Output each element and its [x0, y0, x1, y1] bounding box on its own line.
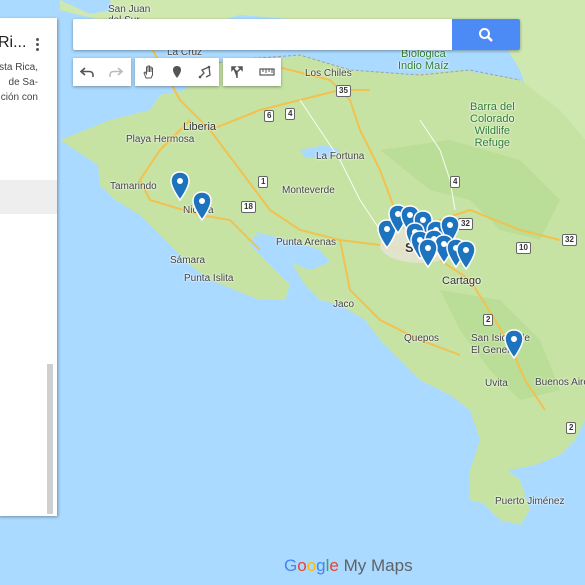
desc-line: ción con: [0, 92, 38, 103]
label-la-fortuna: La Fortuna: [316, 151, 365, 162]
measure-button[interactable]: [252, 58, 281, 86]
search-box: [73, 19, 520, 50]
map-pin-icon[interactable]: [191, 191, 213, 222]
my-maps-label: My Maps: [343, 556, 413, 575]
add-marker-button[interactable]: [163, 58, 191, 86]
redo-button[interactable]: [102, 58, 131, 86]
map-pin-icon[interactable]: [455, 240, 477, 271]
road-shield: 35: [336, 85, 351, 97]
label-uvita: Uvita: [485, 378, 508, 389]
label-buenos-aires: Buenos Aire: [535, 377, 585, 388]
road-shield: 2: [566, 422, 577, 434]
tools-toolbar: [223, 58, 281, 86]
label-samara: Sámara: [170, 255, 206, 266]
map-legend-panel: Ri... sta Rica, de Sa- ción con: [0, 18, 57, 516]
road-shield: 1: [258, 176, 269, 188]
label-liberia: Liberia: [183, 121, 217, 133]
google-my-maps-logo: Google My Maps: [284, 556, 413, 576]
map-title[interactable]: Ri...: [0, 34, 26, 52]
more-options-icon[interactable]: [31, 36, 43, 52]
search-icon: [479, 28, 493, 42]
map-pin-icon[interactable]: [169, 171, 191, 202]
map-description: sta Rica, de Sa- ción con: [0, 60, 38, 105]
marker-icon: [173, 66, 181, 78]
label-puerto-jimenez: Puerto Jiménez: [495, 496, 565, 507]
undo-redo-toolbar: [73, 58, 131, 86]
label-barra-colorado: Barra del Colorado Wildlife Refuge: [470, 101, 515, 149]
road-shield: 2: [483, 314, 494, 326]
road-shield: 4: [450, 176, 461, 188]
desc-line: sta Rica,: [0, 62, 38, 73]
search-button[interactable]: [452, 19, 520, 50]
map-pin-icon[interactable]: [417, 238, 439, 269]
draw-line-button[interactable]: [191, 58, 219, 86]
map-pin-icon[interactable]: [503, 329, 525, 360]
road-shield: 4: [285, 108, 296, 120]
desc-line: de Sa-: [8, 77, 38, 88]
label-quepos: Quepos: [404, 333, 440, 344]
undo-button[interactable]: [73, 58, 102, 86]
label-biologica: Biológica Indio Maíz: [398, 48, 449, 72]
select-hand-button[interactable]: [135, 58, 163, 86]
directions-icon: [231, 66, 243, 78]
drawing-toolbar: [135, 58, 219, 86]
label-puntarenas: Punta Arenas: [276, 237, 337, 248]
road-shield: 32: [562, 234, 577, 246]
hand-icon: [143, 65, 153, 79]
undo-icon: [80, 67, 94, 77]
ruler-icon: [259, 68, 275, 76]
search-input[interactable]: [73, 19, 459, 50]
label-cartago: Cartago: [442, 275, 482, 287]
add-directions-button[interactable]: [223, 58, 252, 86]
google-logo: Google: [284, 556, 339, 575]
redo-icon: [109, 67, 123, 77]
label-punta-islita: Punta Islita: [184, 273, 234, 284]
label-playa-hermosa: Playa Hermosa: [126, 134, 195, 145]
road-shield: 6: [264, 110, 275, 122]
panel-scrollbar[interactable]: [47, 364, 53, 514]
selected-layer-row[interactable]: [0, 180, 57, 214]
label-jaco: Jaco: [333, 299, 355, 310]
road-shield: 10: [516, 242, 531, 254]
label-los-chiles: Los Chiles: [305, 68, 352, 79]
label-monteverde: Monteverde: [282, 185, 335, 196]
road-shield: 18: [241, 201, 256, 213]
label-tamarindo: Tamarindo: [110, 181, 157, 192]
draw-line-icon: [198, 65, 211, 79]
